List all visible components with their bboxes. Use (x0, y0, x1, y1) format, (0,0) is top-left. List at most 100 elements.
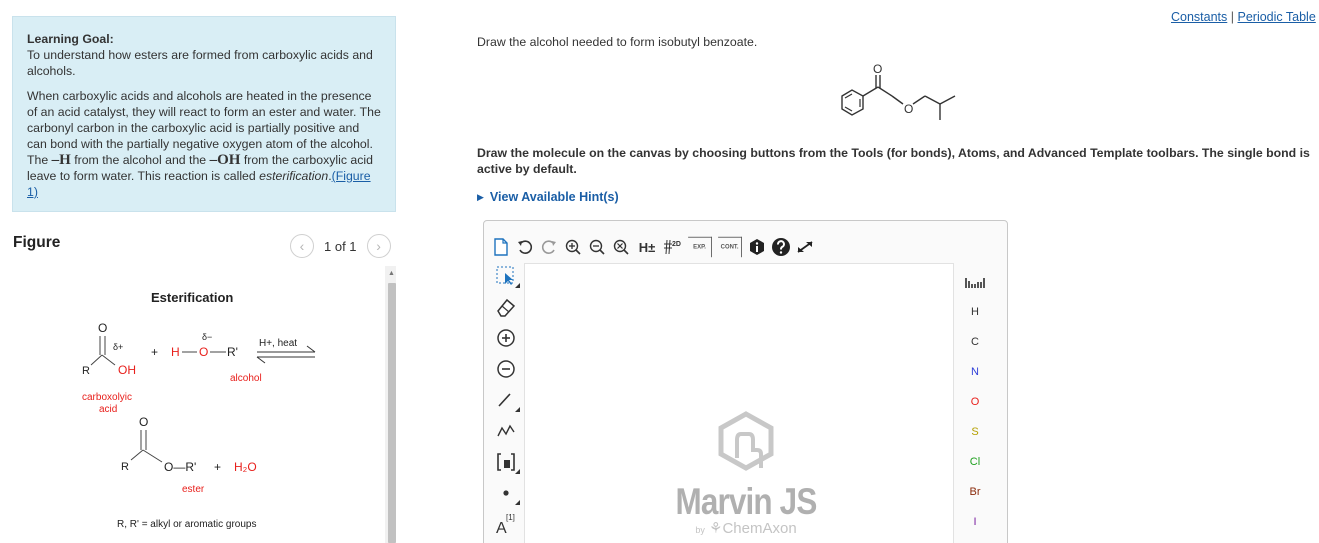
atom-h-button[interactable]: H (960, 297, 990, 327)
periodic-table-link[interactable]: Periodic Table (1238, 10, 1316, 24)
editor-tools-toolbar: A [1] (492, 261, 520, 538)
plus-sign: + (151, 345, 158, 359)
single-bond-tool[interactable] (492, 385, 520, 414)
periodic-table-button[interactable] (960, 269, 990, 297)
forward-arrow-head (306, 345, 316, 353)
atom-o-button[interactable]: O (960, 387, 990, 417)
submenu-corner-icon (515, 469, 520, 474)
link-separator: | (1230, 10, 1235, 24)
radical-dot-icon (503, 489, 509, 496)
scroll-thumb[interactable] (388, 283, 396, 543)
zoom-out-button[interactable] (586, 235, 608, 259)
chain-icon (497, 424, 515, 436)
info-hexagon-icon (750, 239, 764, 255)
atom-c-button[interactable]: C (960, 327, 990, 357)
chain-tool[interactable] (492, 416, 520, 445)
learning-goal-title: Learning Goal: (27, 32, 114, 46)
chevron-left-icon: ‹ (299, 238, 305, 254)
ester-bond-o (142, 449, 163, 463)
delta-minus: δ− (202, 332, 212, 342)
radical-tool[interactable] (492, 478, 520, 507)
alcohol-h: H (171, 345, 180, 359)
atom-br-button[interactable]: Br (960, 477, 990, 507)
ester-label: ester (182, 484, 205, 495)
clean-2d-icon: 2D (664, 239, 681, 255)
submenu-corner-icon (515, 407, 520, 412)
acid-r: R (82, 365, 90, 377)
atom-label-tool[interactable]: A [1] (492, 509, 520, 538)
template-bracket-icon (497, 452, 515, 471)
figure-pager: ‹ 1 of 1 › (290, 234, 391, 258)
single-bond-icon (498, 392, 511, 407)
drawing-canvas[interactable]: Marvin JS by ⚘ChemAxon (524, 263, 954, 543)
atom-label-glyph: A (496, 520, 507, 537)
erase-tool[interactable] (492, 292, 520, 321)
marvin-js-editor: H± 2D EXP. CONT. A [1] Marvin JS by ⚘Che… (483, 220, 1008, 543)
expand-button[interactable]: EXP. (688, 236, 712, 258)
hydrogen-toggle-button[interactable]: H± (634, 235, 660, 259)
template-tool[interactable] (492, 447, 520, 476)
atom-i-button[interactable]: I (960, 507, 990, 537)
figure-title: Esterification (151, 290, 233, 305)
zoom-fit-button[interactable] (610, 235, 632, 259)
clean-2d-button[interactable]: 2D (662, 235, 684, 259)
acid-label: acid (99, 404, 117, 415)
acid-carbonyl-o: O (98, 321, 107, 335)
esterification-term: esterification (259, 169, 329, 183)
view-hints-toggle[interactable]: ▶ View Available Hint(s) (477, 190, 619, 204)
help-icon (772, 238, 790, 256)
undo-button[interactable] (514, 235, 536, 259)
atom-s-button[interactable]: S (960, 417, 990, 447)
plus-circle-icon (497, 328, 515, 347)
select-tool[interactable] (492, 261, 520, 290)
expand-arrows-icon (797, 241, 813, 253)
learning-goal-paragraph: When carboxylic acids and alcohols are h… (27, 88, 381, 200)
alkyl-bond (924, 95, 941, 105)
undo-icon (518, 240, 533, 254)
learning-goal-intro: To understand how esters are formed from… (27, 48, 373, 78)
alcohol-o: O (199, 345, 208, 359)
next-figure-button[interactable]: › (366, 234, 391, 258)
redo-icon (541, 240, 556, 254)
contract-button[interactable]: CONT. (718, 236, 742, 258)
acid-bond-oh (101, 354, 116, 366)
marvin-logo-icon (718, 411, 774, 471)
plus-sign: + (214, 460, 221, 474)
ester-r: R (121, 461, 129, 473)
zoom-in-button[interactable] (562, 235, 584, 259)
previous-figure-button[interactable]: ‹ (290, 234, 314, 258)
chevron-right-icon: › (376, 238, 381, 254)
ester-bond (891, 95, 904, 105)
atom-label-icon: A[1] (496, 513, 515, 537)
new-document-button[interactable] (490, 235, 512, 259)
negative-charge-tool[interactable] (492, 354, 520, 383)
esterification-figure: Esterification O δ+ R OH carboxolyic aci… (82, 290, 316, 530)
atom-cl-button[interactable]: Cl (960, 447, 990, 477)
figure-panel: Esterification O δ+ R OH carboxolyic aci… (12, 266, 396, 543)
acid-label: carboxolyic (82, 392, 132, 403)
editor-top-toolbar: H± 2D EXP. CONT. (490, 234, 816, 260)
constants-link[interactable]: Constants (1171, 10, 1227, 24)
view-hints-label: View Available Hint(s) (489, 190, 619, 204)
learning-goal-box: Learning Goal: To understand how esters … (12, 16, 396, 212)
water: H₂O (234, 460, 257, 474)
help-button[interactable] (770, 235, 792, 259)
about-button[interactable] (746, 235, 768, 259)
figure-counter: 1 of 1 (324, 238, 357, 254)
positive-charge-tool[interactable] (492, 323, 520, 352)
redo-button[interactable] (538, 235, 560, 259)
reverse-arrow-head (256, 356, 266, 364)
acid-oh: OH (118, 363, 136, 377)
clean-2d-label: 2D (672, 241, 681, 248)
ring-carbonyl-bond (862, 86, 879, 97)
atom-n-button[interactable]: N (960, 357, 990, 387)
instruction-text: Draw the molecule on the canvas by choos… (477, 146, 1310, 176)
fullscreen-button[interactable] (794, 235, 816, 259)
figure-scrollbar[interactable]: ▲ (385, 266, 396, 543)
scroll-up-arrow-icon[interactable]: ▲ (385, 266, 396, 280)
ester-oxygen: O (904, 102, 913, 116)
paragraph-text: from the alcohol and the (70, 153, 210, 167)
atom-label-superscript: [1] (506, 513, 515, 522)
ester-carbonyl-o: O (139, 415, 148, 429)
aromatic-bond (844, 106, 853, 112)
